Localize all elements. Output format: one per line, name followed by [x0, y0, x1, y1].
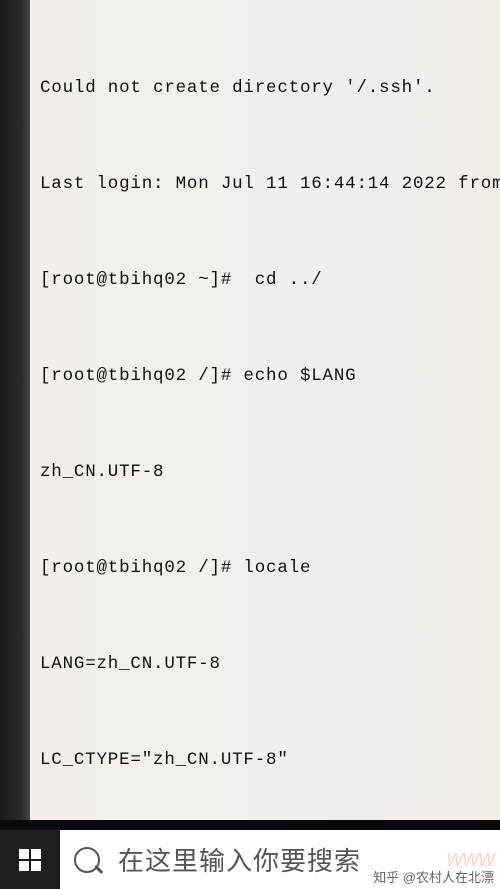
- start-button[interactable]: [0, 830, 60, 889]
- monitor-bezel-left: [0, 0, 30, 820]
- windows-taskbar[interactable]: 在这里输入你要搜索: [0, 830, 500, 889]
- taskbar-search-input[interactable]: 在这里输入你要搜索: [60, 830, 500, 889]
- terminal-line: Could not create directory '/.ssh'.: [40, 72, 500, 104]
- windows-logo-icon: [19, 849, 41, 871]
- screen-photo: Could not create directory '/.ssh'. Last…: [0, 0, 500, 889]
- terminal-line: zh_CN.UTF-8: [40, 456, 500, 488]
- terminal-line: LC_CTYPE="zh_CN.UTF-8": [40, 744, 500, 776]
- terminal-line: [root@tbihq02 ~]# cd ../: [40, 264, 500, 296]
- monitor-bezel-bottom: [0, 820, 500, 830]
- terminal-line: [root@tbihq02 /]# echo $LANG: [40, 360, 500, 392]
- terminal-line: [root@tbihq02 /]# locale: [40, 552, 500, 584]
- search-icon: [74, 847, 100, 873]
- terminal-line: Last login: Mon Jul 11 16:44:14 2022 fro…: [40, 168, 500, 200]
- terminal-line: LANG=zh_CN.UTF-8: [40, 648, 500, 680]
- terminal-window[interactable]: Could not create directory '/.ssh'. Last…: [30, 0, 500, 820]
- search-placeholder-text: 在这里输入你要搜索: [118, 841, 361, 878]
